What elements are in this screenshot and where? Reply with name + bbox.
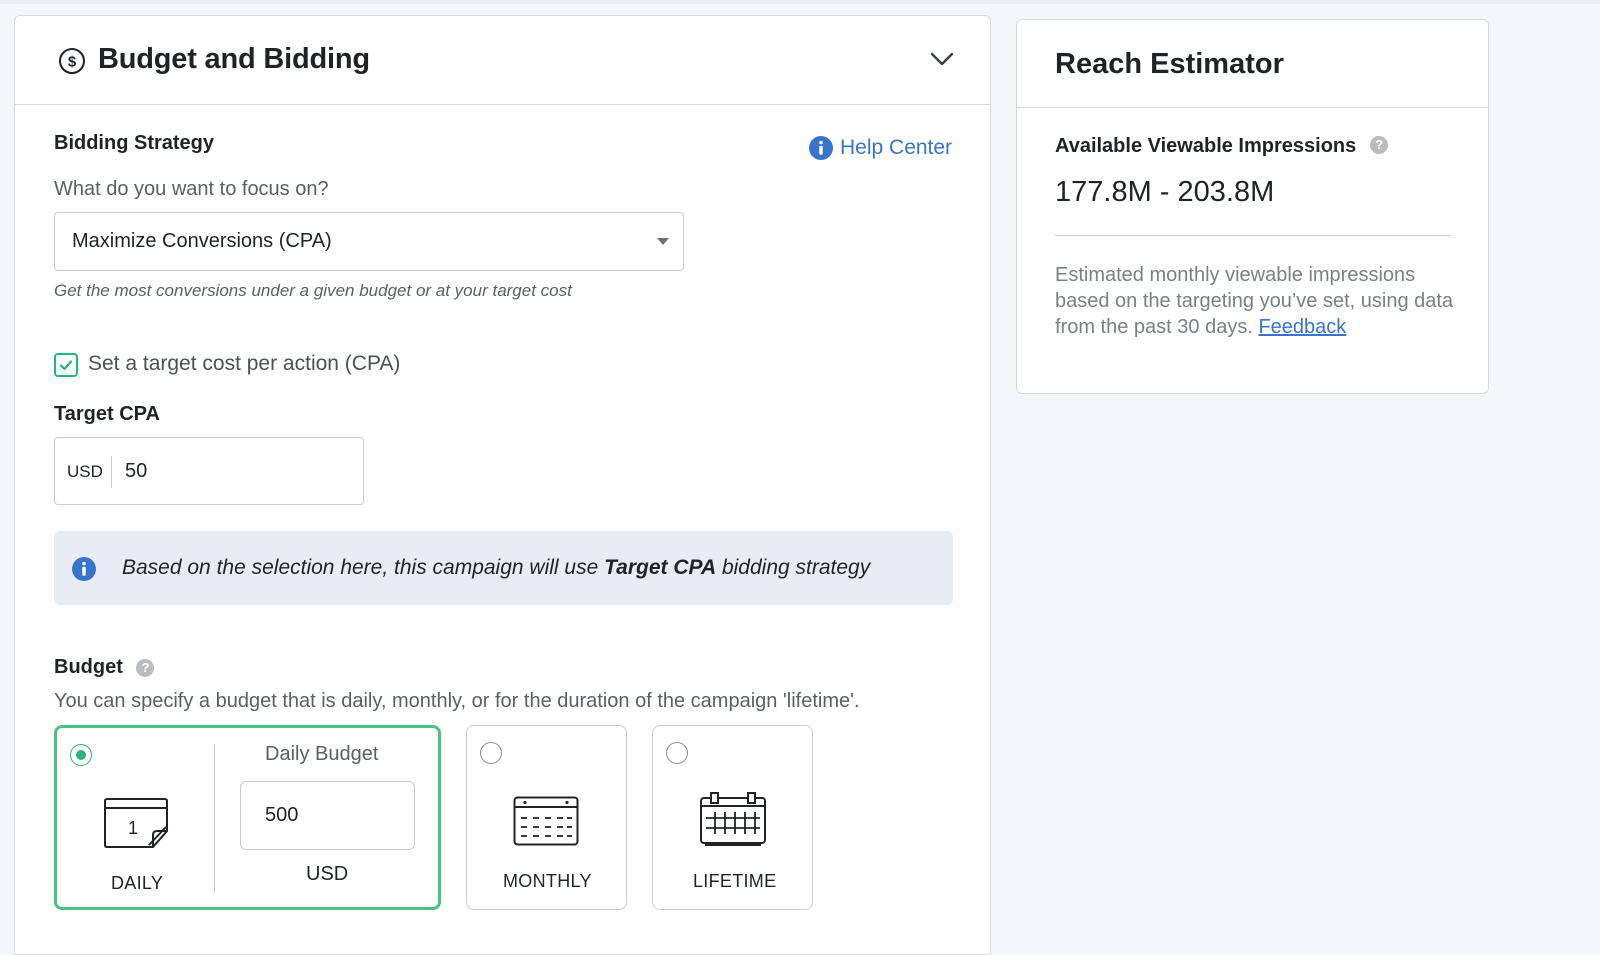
available-impressions-label: Available Viewable Impressions? bbox=[1055, 135, 1389, 158]
chevron-down-icon[interactable] bbox=[929, 50, 955, 68]
daily-radio[interactable] bbox=[70, 744, 92, 766]
monthly-caption: MONTHLY bbox=[503, 871, 592, 891]
dollar-circle-icon: $ bbox=[59, 48, 85, 74]
calendar-lifetime-icon bbox=[700, 792, 766, 846]
question-icon[interactable]: ? bbox=[1370, 136, 1389, 155]
target-cpa-heading: Target CPA bbox=[54, 403, 160, 425]
reach-header: Reach Estimator bbox=[1017, 20, 1488, 108]
reach-estimator-panel: Reach Estimator Available Viewable Impre… bbox=[1016, 19, 1489, 394]
budget-heading: Budget ? bbox=[54, 656, 155, 679]
budget-option-monthly[interactable]: MONTHLY bbox=[466, 725, 627, 910]
monthly-radio[interactable] bbox=[480, 742, 502, 764]
panel-title: Budget and Bidding bbox=[98, 43, 370, 75]
target-cpa-field[interactable]: USD bbox=[54, 437, 364, 505]
budget-bidding-panel: $ Budget and Bidding Bidding Strategy He… bbox=[14, 15, 991, 955]
top-strip bbox=[0, 0, 1600, 4]
check-icon bbox=[59, 360, 73, 371]
reach-title: Reach Estimator bbox=[1055, 48, 1284, 80]
daily-caption: DAILY bbox=[111, 873, 164, 893]
target-cpa-checkbox-label[interactable]: Set a target cost per action (CPA) bbox=[88, 352, 400, 376]
budget-option-lifetime[interactable]: LIFETIME bbox=[652, 725, 813, 910]
daily-budget-field[interactable] bbox=[240, 781, 415, 850]
info-icon bbox=[809, 136, 833, 160]
focus-question: What do you want to focus on? bbox=[54, 178, 329, 200]
currency-prefix: USD bbox=[67, 462, 103, 481]
daily-divider bbox=[214, 744, 215, 893]
daily-budget-input[interactable] bbox=[265, 800, 395, 830]
svg-text:$: $ bbox=[68, 54, 77, 71]
reach-description: Estimated monthly viewable impressions b… bbox=[1055, 262, 1455, 340]
budget-description: You can specify a budget that is daily, … bbox=[54, 690, 860, 712]
caret-down-icon bbox=[657, 238, 669, 245]
help-center-label: Help Center bbox=[840, 136, 953, 159]
selected-strategy: Maximize Conversions (CPA) bbox=[72, 230, 332, 252]
metric-label: Available Viewable Impressions bbox=[1055, 135, 1357, 157]
budget-option-daily[interactable]: 1 DAILY Daily Budget USD bbox=[54, 725, 441, 910]
budget-heading-label: Budget bbox=[54, 656, 123, 678]
feedback-link[interactable]: Feedback bbox=[1258, 316, 1346, 338]
calendar-day-icon: 1 bbox=[104, 798, 168, 848]
daily-budget-label: Daily Budget bbox=[265, 743, 379, 765]
strategy-hint: Get the most conversions under a given b… bbox=[54, 281, 572, 300]
bidding-strategy-select[interactable]: Maximize Conversions (CPA) bbox=[54, 212, 684, 271]
impressions-range: 177.8M - 203.8M bbox=[1055, 176, 1275, 208]
info-banner-strategy: Target CPA bbox=[604, 556, 717, 579]
help-center-link[interactable]: Help Center bbox=[808, 135, 952, 161]
question-icon[interactable]: ? bbox=[136, 658, 155, 677]
panel-header[interactable]: $ Budget and Bidding bbox=[15, 16, 990, 105]
currency-separator bbox=[111, 456, 112, 488]
lifetime-caption: LIFETIME bbox=[693, 871, 777, 891]
lifetime-radio[interactable] bbox=[666, 742, 688, 764]
target-cpa-input[interactable] bbox=[125, 454, 345, 488]
info-icon bbox=[72, 557, 96, 581]
reach-description-text: Estimated monthly viewable impressions b… bbox=[1055, 264, 1454, 338]
info-banner-prefix: Based on the selection here, this campai… bbox=[122, 556, 605, 579]
bidding-strategy-heading: Bidding Strategy bbox=[54, 132, 215, 154]
bidding-info-banner: Based on the selection here, this campai… bbox=[54, 531, 953, 605]
calendar-day-number: 1 bbox=[128, 818, 138, 838]
calendar-month-icon bbox=[513, 796, 579, 846]
info-banner-text: Based on the selection here, this campai… bbox=[122, 556, 870, 580]
target-cpa-checkbox[interactable] bbox=[54, 353, 78, 377]
daily-budget-currency: USD bbox=[306, 863, 349, 885]
reach-divider bbox=[1055, 235, 1451, 236]
info-banner-suffix: bidding strategy bbox=[716, 556, 871, 579]
